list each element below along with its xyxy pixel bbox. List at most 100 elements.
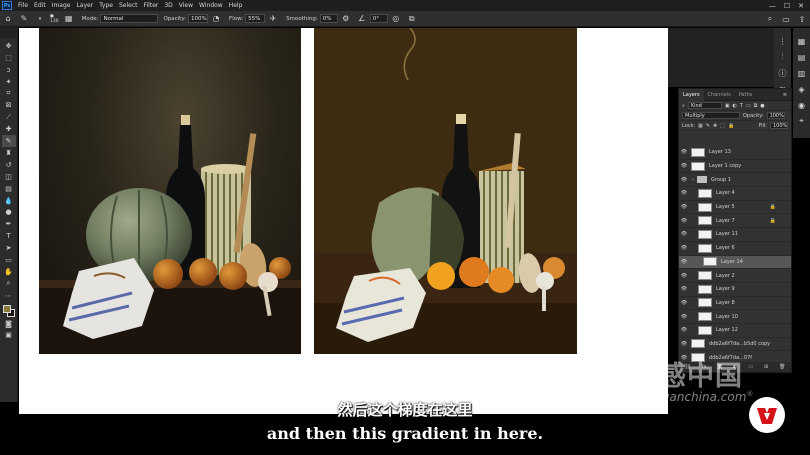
visibility-eye-icon[interactable]: 👁 bbox=[679, 177, 689, 183]
crop-tool-icon[interactable]: ⌗ bbox=[2, 88, 16, 100]
menu-filter[interactable]: Filter bbox=[141, 2, 162, 9]
close-button[interactable]: ✕ bbox=[798, 2, 804, 10]
filter-smart-icon[interactable]: ⧉ bbox=[754, 103, 758, 109]
menu-type[interactable]: Type bbox=[96, 2, 116, 9]
document-canvas[interactable] bbox=[19, 28, 668, 414]
smoothing-input[interactable]: 0% bbox=[319, 14, 338, 23]
menu-help[interactable]: Help bbox=[226, 2, 246, 9]
home-icon[interactable]: ⌂ bbox=[2, 13, 14, 25]
tab-channels[interactable]: Channels bbox=[704, 89, 735, 101]
move-tool-icon[interactable]: ✥ bbox=[2, 40, 16, 52]
eraser-tool-icon[interactable]: ◫ bbox=[2, 171, 16, 183]
color-swatches[interactable] bbox=[2, 304, 16, 318]
layer-group-row[interactable]: 👁 › Group 1 bbox=[679, 173, 791, 188]
layer-row[interactable]: 👁 Layer 11 bbox=[679, 228, 791, 242]
layer-row[interactable]: 👁 Layer 4 bbox=[679, 187, 791, 201]
libraries-panel-icon[interactable]: ▥ bbox=[798, 68, 806, 78]
visibility-eye-icon[interactable]: 👁 bbox=[679, 231, 689, 237]
lock-all-icon[interactable]: 🔒 bbox=[728, 123, 734, 129]
airbrush-icon[interactable]: ✈ bbox=[267, 13, 279, 25]
frame-tool-icon[interactable]: ⊠ bbox=[2, 99, 16, 111]
history-panel-icon[interactable]: ⋮ bbox=[779, 36, 787, 46]
type-tool-icon[interactable]: T bbox=[2, 230, 16, 242]
mode-select[interactable]: Normal bbox=[100, 14, 159, 23]
layer-row[interactable]: 👁 Layer 5 🔒 bbox=[679, 201, 791, 215]
visibility-eye-icon[interactable]: 👁 bbox=[679, 314, 689, 320]
panel-menu-icon[interactable]: ≡ bbox=[783, 92, 791, 98]
menu-file[interactable]: File bbox=[15, 2, 31, 9]
lock-image-icon[interactable]: ✎ bbox=[706, 123, 710, 129]
fill-input[interactable]: 100% bbox=[770, 122, 788, 129]
layer-row[interactable]: 👁 Layer 1 copy bbox=[679, 160, 791, 174]
screen-mode-icon[interactable]: ▣ bbox=[2, 329, 16, 341]
visibility-eye-icon[interactable]: 👁 bbox=[679, 327, 689, 333]
foreground-color-swatch[interactable] bbox=[2, 304, 11, 313]
filter-pixel-icon[interactable]: ▣ bbox=[725, 103, 730, 109]
history-brush-tool-icon[interactable]: ↺ bbox=[2, 159, 16, 171]
visibility-eye-icon[interactable]: 👁 bbox=[679, 273, 689, 279]
path-selection-tool-icon[interactable]: ➤ bbox=[2, 242, 16, 254]
menu-window[interactable]: Window bbox=[196, 2, 226, 9]
tab-layers[interactable]: Layers bbox=[679, 88, 704, 101]
info-panel-icon[interactable]: ⓘ bbox=[779, 68, 787, 78]
menu-image[interactable]: Image bbox=[49, 2, 74, 9]
visibility-eye-icon[interactable]: 👁 bbox=[679, 190, 689, 196]
visibility-eye-icon[interactable]: 👁 bbox=[679, 218, 689, 224]
marquee-tool-icon[interactable]: ⬚ bbox=[2, 52, 16, 64]
layer-row[interactable]: 👁 Layer 10 bbox=[679, 310, 791, 324]
menu-layer[interactable]: Layer bbox=[73, 2, 96, 9]
pressure-size-icon[interactable]: ◎ bbox=[390, 13, 402, 25]
blend-mode-select[interactable]: Multiply bbox=[682, 112, 740, 119]
visibility-eye-icon[interactable]: 👁 bbox=[679, 149, 689, 155]
swatches-panel-icon[interactable]: ▤ bbox=[798, 52, 806, 62]
layer-opacity-input[interactable]: 100% bbox=[766, 112, 785, 119]
angle-input[interactable]: 0° bbox=[369, 14, 388, 23]
visibility-eye-icon[interactable]: 👁 bbox=[679, 300, 689, 306]
visibility-eye-icon[interactable]: 👁 bbox=[679, 163, 689, 169]
layer-row[interactable]: 👁 Layer 14 bbox=[679, 255, 791, 270]
filter-shape-icon[interactable]: ▭ bbox=[746, 103, 751, 109]
quick-mask-icon[interactable]: ◙ bbox=[2, 318, 16, 330]
lasso-tool-icon[interactable]: ↄ bbox=[2, 64, 16, 76]
layer-row[interactable]: 👁 Layer 7 🔒 bbox=[679, 214, 791, 229]
layer-row[interactable]: 👁 Layer 2 bbox=[679, 269, 791, 283]
visibility-eye-icon[interactable]: 👁 bbox=[679, 259, 689, 265]
channels-panel-icon[interactable]: ◉ bbox=[798, 100, 805, 110]
symmetry-icon[interactable]: ⧉ bbox=[406, 13, 418, 25]
quick-select-tool-icon[interactable]: ✦ bbox=[2, 76, 16, 88]
hand-tool-icon[interactable]: ✋ bbox=[2, 266, 16, 278]
brush-settings-icon[interactable]: ▦ bbox=[63, 13, 75, 25]
tab-paths[interactable]: Paths bbox=[735, 89, 757, 101]
color-panel-icon[interactable]: ▦ bbox=[798, 36, 806, 46]
rectangle-tool-icon[interactable]: ▭ bbox=[2, 254, 16, 266]
painting-canvas[interactable] bbox=[314, 28, 577, 354]
gear-icon[interactable]: ⚙ bbox=[340, 13, 352, 25]
pressure-opacity-icon[interactable]: ◔ bbox=[210, 13, 222, 25]
visibility-eye-icon[interactable]: 👁 bbox=[679, 341, 689, 347]
chevron-right-icon[interactable]: › bbox=[692, 177, 694, 183]
workspace-icon[interactable]: ▭ bbox=[780, 13, 792, 25]
brush-tool-icon[interactable]: ✎ bbox=[18, 13, 30, 25]
eyedropper-tool-icon[interactable]: ⟋ bbox=[2, 111, 16, 123]
filter-type-icon[interactable]: T bbox=[740, 103, 743, 109]
layer-row[interactable]: 👁 Layer 9 bbox=[679, 283, 791, 297]
minimize-button[interactable]: — bbox=[769, 2, 776, 10]
filter-adjust-icon[interactable]: ◐ bbox=[733, 103, 737, 109]
gradient-tool-icon[interactable]: ▤ bbox=[2, 183, 16, 195]
search-icon[interactable]: ⌕ bbox=[764, 13, 776, 25]
more-tools-icon[interactable]: ⋯ bbox=[2, 290, 16, 302]
menu-select[interactable]: Select bbox=[116, 2, 141, 9]
pen-tool-icon[interactable]: ✒ bbox=[2, 218, 16, 230]
visibility-eye-icon[interactable]: 👁 bbox=[679, 204, 689, 210]
layer-row[interactable]: 👁 Layer 13 bbox=[679, 146, 791, 160]
filter-kind-select[interactable]: Kind bbox=[687, 102, 722, 109]
brush-tool-icon[interactable]: ✎ bbox=[1, 135, 16, 148]
opacity-input[interactable]: 100% bbox=[188, 14, 209, 23]
layer-row[interactable]: 👁 Layer 6 bbox=[679, 242, 791, 256]
menu-edit[interactable]: Edit bbox=[31, 2, 49, 9]
dodge-tool-icon[interactable]: ● bbox=[2, 206, 16, 218]
filter-toggle-icon[interactable]: ● bbox=[760, 103, 764, 109]
visibility-eye-icon[interactable]: 👁 bbox=[679, 245, 689, 251]
menu-view[interactable]: View bbox=[176, 2, 196, 9]
maximize-button[interactable]: ☐ bbox=[784, 2, 790, 10]
